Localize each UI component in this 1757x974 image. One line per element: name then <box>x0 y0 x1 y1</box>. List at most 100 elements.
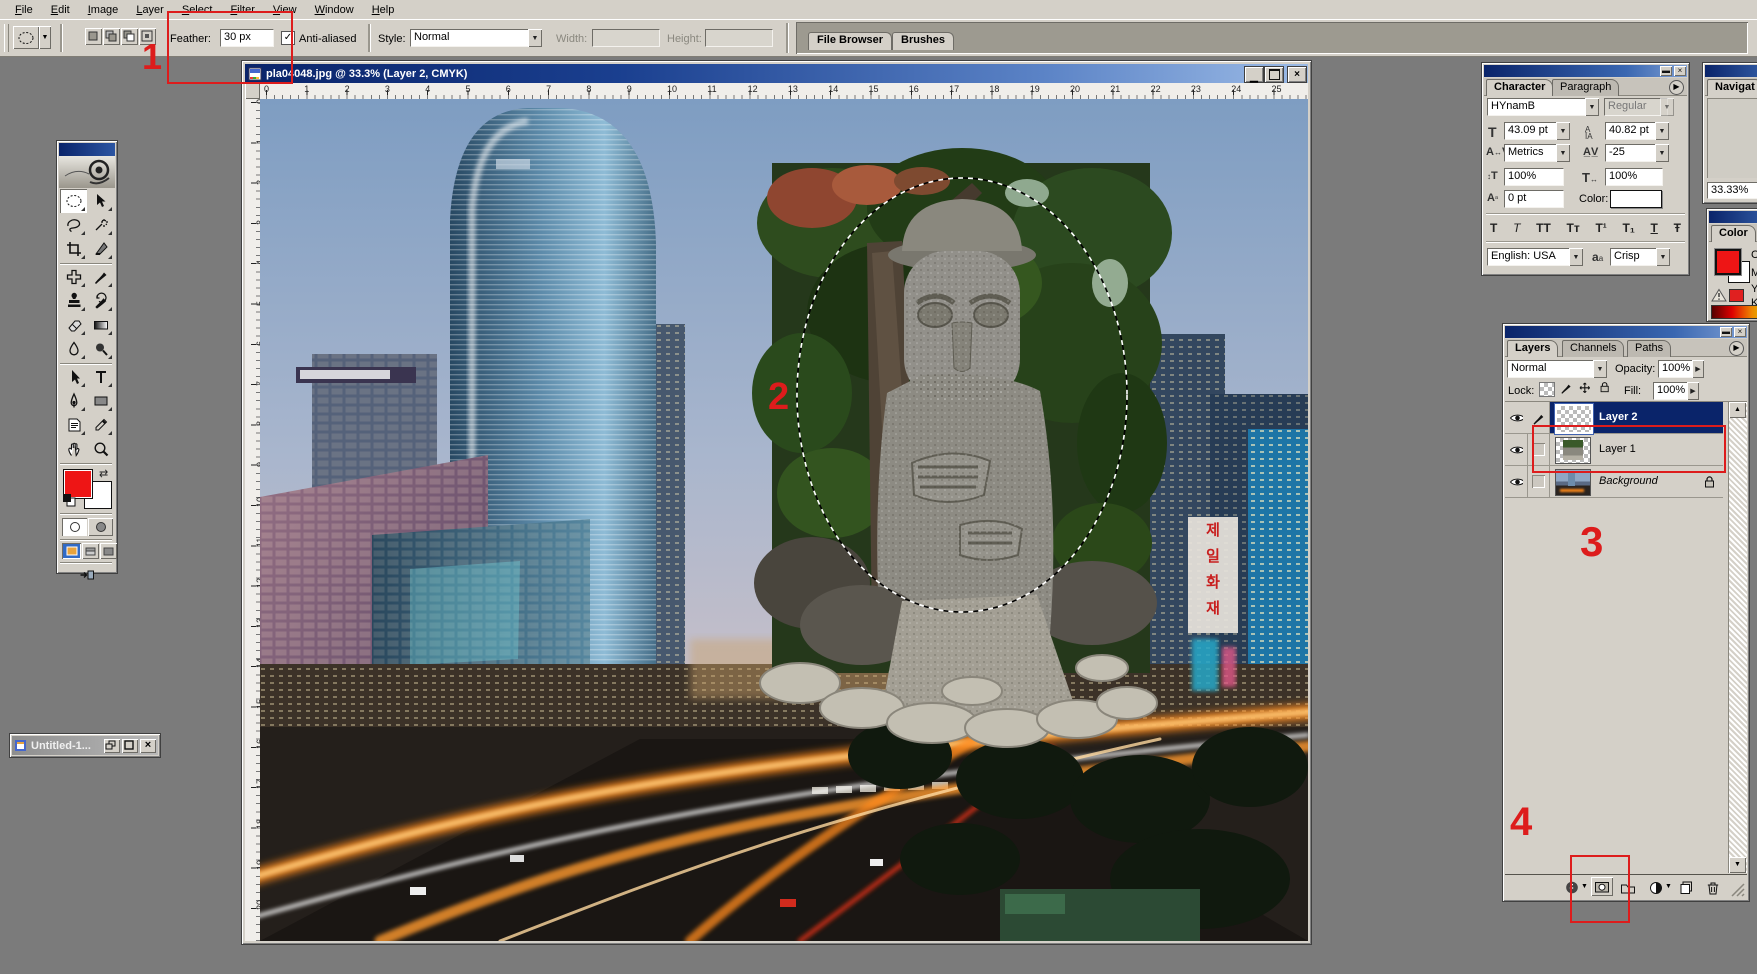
opacity-slider-arrow[interactable]: ▶ <box>1692 360 1704 378</box>
fill-slider-arrow[interactable]: ▶ <box>1687 382 1699 400</box>
palette-menu-button[interactable]: ▶ <box>1669 80 1684 95</box>
palette-minimize-button[interactable]: ▬ <box>1720 327 1732 337</box>
navigator-title-bar[interactable] <box>1705 65 1757 77</box>
brushes-tab[interactable]: Brushes <box>892 32 954 50</box>
visibility-toggle[interactable] <box>1505 434 1528 465</box>
layer-name[interactable]: Layer 2 <box>1599 411 1638 423</box>
lock-all-button[interactable] <box>1597 380 1611 394</box>
scroll-down-button[interactable]: ▼ <box>1729 857 1746 873</box>
gamut-color-chip[interactable] <box>1729 289 1744 302</box>
resize-grip[interactable] <box>1729 881 1745 897</box>
baseline-shift-input[interactable]: 0 pt <box>1504 190 1564 208</box>
horizontal-scale-input[interactable]: 100% <box>1605 168 1663 186</box>
gradient-tool[interactable] <box>87 313 114 337</box>
eyedropper-tool[interactable] <box>87 413 114 437</box>
palette-close-button[interactable]: × <box>1674 66 1686 76</box>
layer-name[interactable]: Background <box>1599 475 1658 487</box>
color-ramp[interactable] <box>1711 305 1757 319</box>
tab-layers[interactable]: Layers <box>1507 340 1558 357</box>
default-colors-icon[interactable] <box>62 493 76 510</box>
navigator-preview[interactable] <box>1707 98 1757 178</box>
new-layer-button[interactable] <box>1677 879 1695 897</box>
blur-tool[interactable] <box>60 337 87 361</box>
font-size-select[interactable]: 43.09 pt <box>1504 122 1564 140</box>
tab-navigator[interactable]: Navigat <box>1707 79 1757 96</box>
document-title-bar[interactable]: pla04048.jpg @ 33.3% (Layer 2, CMYK) <box>245 64 1308 83</box>
selection-mode-subtract-button[interactable] <box>121 28 138 45</box>
blend-mode-select[interactable]: Normal <box>1507 360 1601 378</box>
tracking-arrow[interactable]: ▼ <box>1655 144 1669 162</box>
superscript-button[interactable]: T¹ <box>1595 221 1606 235</box>
menu-image[interactable]: Image <box>79 2 128 18</box>
fullscreen-menubar-mode-button[interactable] <box>82 543 99 559</box>
swap-colors-icon[interactable]: ⇄ <box>99 467 108 480</box>
move-tool[interactable] <box>87 189 114 213</box>
italic-button[interactable]: T <box>1513 221 1520 235</box>
height-input[interactable] <box>705 29 773 47</box>
layers-scrollbar[interactable]: ▲ ▼ <box>1728 402 1747 873</box>
type-color-swatch[interactable] <box>1610 190 1662 208</box>
font-family-arrow[interactable]: ▼ <box>1585 98 1599 116</box>
tab-paragraph[interactable]: Paragraph <box>1552 79 1619 96</box>
notes-tool[interactable] <box>60 413 87 437</box>
minimized-title-bar[interactable]: Untitled-1... × <box>12 736 158 755</box>
visibility-toggle[interactable] <box>1505 466 1528 497</box>
canvas-area[interactable]: 제일화재 <box>260 99 1308 941</box>
lock-position-button[interactable] <box>1578 381 1592 395</box>
scroll-up-button[interactable]: ▲ <box>1729 402 1746 418</box>
leading-arrow[interactable]: ▼ <box>1655 122 1669 140</box>
crop-tool[interactable] <box>60 237 87 261</box>
small-caps-button[interactable]: Tᴛ <box>1567 221 1580 235</box>
pen-tool[interactable] <box>60 389 87 413</box>
clone-stamp-tool[interactable] <box>60 289 87 313</box>
healing-brush-tool[interactable] <box>60 265 87 289</box>
elliptical-marquee-tool[interactable] <box>60 189 87 213</box>
new-adjustment-layer-button[interactable] <box>1647 879 1665 897</box>
blend-mode-arrow[interactable]: ▼ <box>1593 360 1607 378</box>
tool-preset-dropdown-arrow[interactable]: ▼ <box>39 26 51 49</box>
language-arrow[interactable]: ▼ <box>1569 248 1583 266</box>
visibility-toggle[interactable] <box>1505 402 1528 433</box>
font-family-select[interactable]: HYnamB <box>1487 98 1593 116</box>
standard-screen-mode-button[interactable] <box>62 543 81 559</box>
tab-channels[interactable]: Channels <box>1562 340 1624 357</box>
vertical-scale-input[interactable]: 100% <box>1504 168 1564 186</box>
shape-tool[interactable] <box>87 389 114 413</box>
selection-mode-new-button[interactable] <box>85 28 102 45</box>
quick-mask-mode-button[interactable] <box>88 518 113 536</box>
history-brush-tool[interactable] <box>87 289 114 313</box>
lock-transparency-button[interactable] <box>1539 382 1555 397</box>
layer-thumbnail[interactable] <box>1555 469 1591 496</box>
selection-mode-add-button[interactable] <box>103 28 120 45</box>
tab-character[interactable]: Character <box>1486 79 1553 96</box>
style-select-arrow[interactable]: ▼ <box>528 29 542 47</box>
document-maximize-button[interactable] <box>1264 66 1284 83</box>
restore-button[interactable] <box>104 739 120 753</box>
underline-button[interactable]: T <box>1651 221 1658 235</box>
menu-help[interactable]: Help <box>363 2 404 18</box>
brush-tool[interactable] <box>87 265 114 289</box>
bold-button[interactable]: T <box>1490 221 1497 235</box>
warning-gamut-icon[interactable] <box>1711 287 1727 302</box>
layers-palette-title-bar[interactable]: ▬ × <box>1505 326 1747 338</box>
fg-color-swatch[interactable] <box>1715 249 1741 275</box>
standard-mode-button[interactable] <box>62 518 87 536</box>
maximize-button[interactable] <box>122 739 138 753</box>
toolbox-title-bar[interactable] <box>59 143 115 156</box>
dodge-tool[interactable] <box>87 337 114 361</box>
lasso-tool[interactable] <box>60 213 87 237</box>
subscript-button[interactable]: T₁ <box>1623 221 1635 235</box>
tool-preset-button[interactable] <box>13 26 39 49</box>
hand-tool[interactable] <box>60 437 87 461</box>
language-select[interactable]: English: USA <box>1487 248 1577 266</box>
toolbox-logo[interactable] <box>59 156 115 188</box>
document-minimize-button[interactable]: ▁ <box>1244 66 1264 83</box>
menu-layer[interactable]: Layer <box>127 2 173 18</box>
color-title-bar[interactable] <box>1709 211 1757 223</box>
palette-minimize-button[interactable]: ▬ <box>1660 66 1672 76</box>
ruler-origin-box[interactable] <box>245 83 260 99</box>
font-style-arrow[interactable]: ▼ <box>1660 98 1674 116</box>
delete-layer-button[interactable] <box>1704 879 1722 897</box>
navigator-zoom-value[interactable]: 33.33% <box>1707 182 1757 199</box>
kerning-arrow[interactable]: ▼ <box>1556 144 1570 162</box>
